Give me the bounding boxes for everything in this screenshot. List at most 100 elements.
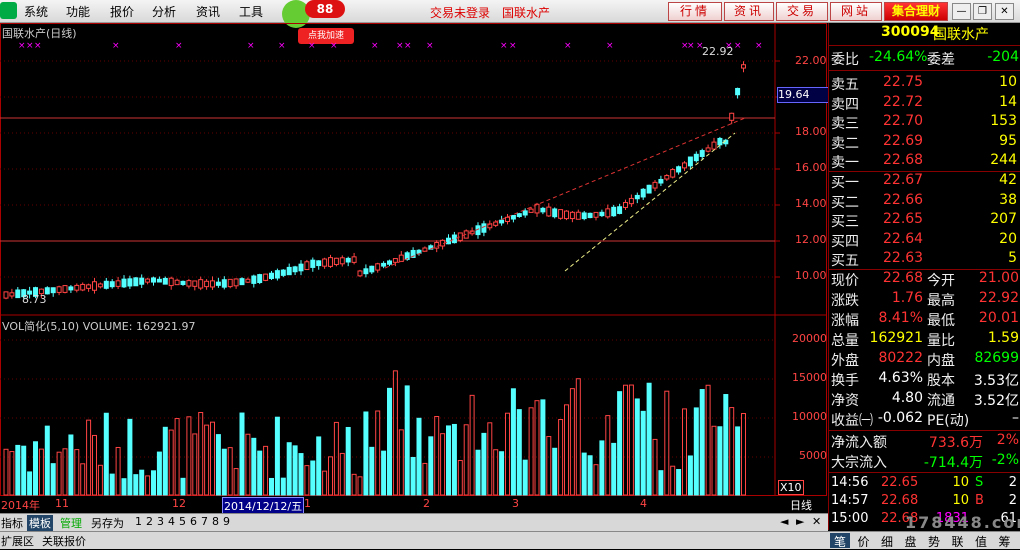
- stat-value: 82699: [974, 350, 1019, 366]
- menu-analysis[interactable]: 分析: [152, 3, 176, 20]
- scroll-right-icon[interactable]: ►: [796, 515, 804, 528]
- scroll-left-icon[interactable]: ◄: [780, 515, 788, 528]
- stat-value: 162921: [869, 330, 923, 346]
- wealth-management-button[interactable]: 集合理财: [884, 2, 948, 21]
- tab-save-as[interactable]: 另存为: [91, 515, 124, 531]
- indicator-page-3[interactable]: 3: [157, 515, 164, 528]
- stock-code: 300094: [881, 24, 940, 40]
- bid-row[interactable]: 买一 22.67 42: [829, 171, 1020, 191]
- indicator-page-5[interactable]: 5: [179, 515, 186, 528]
- bid-price: 22.66: [883, 191, 924, 208]
- candle-body: [86, 284, 92, 289]
- ask-volume: 153: [990, 113, 1017, 129]
- indicator-page-9[interactable]: 9: [223, 515, 230, 528]
- candle-body: [127, 278, 133, 287]
- candle-body: [298, 263, 304, 272]
- indicator-page-2[interactable]: 2: [146, 515, 153, 528]
- event-marker: ×: [175, 41, 183, 51]
- candle-body: [227, 278, 233, 288]
- panel-tab[interactable]: 值: [971, 533, 991, 549]
- stat-value: 21.00: [978, 270, 1019, 286]
- kline-chart[interactable]: × × × × × × × × × × × × × × × × × × × × × × × 国联水产(日线) 22.00 1…: [0, 23, 829, 515]
- candle-body: [593, 211, 599, 218]
- news-button[interactable]: 资讯: [724, 2, 774, 21]
- x-label-2014: 2014年: [1, 499, 40, 512]
- ask-row[interactable]: 卖四 22.72 14: [829, 93, 1020, 113]
- tab-related-quotes[interactable]: 关联报价: [42, 533, 86, 549]
- flow-row: 净流入额 733.6万 2%: [831, 432, 1019, 451]
- candle-body: [617, 206, 623, 214]
- volume-bar: [204, 424, 210, 496]
- volume-bar: [687, 455, 693, 496]
- minimize-icon[interactable]: —: [952, 3, 971, 20]
- menu-system[interactable]: 系统: [24, 3, 48, 20]
- bid-row[interactable]: 买四 22.64 20: [829, 230, 1020, 250]
- candle-body: [215, 281, 221, 286]
- volume-bar: [174, 418, 180, 496]
- panel-tab[interactable]: 价: [854, 533, 874, 549]
- menu-function[interactable]: 功能: [66, 3, 90, 20]
- volume-bar: [611, 442, 617, 496]
- menu-quote[interactable]: 报价: [110, 3, 134, 20]
- tab-extension-area[interactable]: 扩展区: [1, 533, 34, 549]
- volume-bar: [693, 407, 699, 496]
- volume-bar: [27, 471, 33, 496]
- vol-tick-10000: 10000: [792, 410, 827, 423]
- kline-chart-svg[interactable]: × × × × × × × × × × × × × × × × × ×× × × × ×: [0, 23, 827, 513]
- bid-row[interactable]: 买二 22.66 38: [829, 191, 1020, 211]
- panel-tab[interactable]: 筹: [995, 533, 1015, 549]
- volume-bar: [109, 473, 115, 496]
- indicator-page-8[interactable]: 8: [212, 515, 219, 528]
- menu-tools[interactable]: 工具: [239, 3, 263, 20]
- candle-body: [115, 280, 121, 287]
- tab-manage[interactable]: 管理: [60, 515, 82, 531]
- candle-body: [168, 277, 174, 287]
- tab-indicators[interactable]: 指标: [1, 515, 23, 531]
- menu-news[interactable]: 资讯: [196, 3, 220, 20]
- bid-row[interactable]: 买五 22.63 5: [829, 249, 1020, 269]
- quotes-button[interactable]: 行情: [668, 2, 722, 21]
- ask-price: 22.70: [883, 113, 924, 129]
- volume-bar: [86, 419, 92, 496]
- volume-bar: [369, 446, 375, 496]
- ask-row[interactable]: 卖三 22.70 153: [829, 112, 1020, 132]
- panel-tab[interactable]: 细: [877, 533, 897, 549]
- restore-icon[interactable]: ❐: [973, 3, 992, 20]
- tab-template[interactable]: 模板: [27, 515, 53, 531]
- bid-row[interactable]: 买三 22.65 207: [829, 210, 1020, 230]
- volume-bar: [333, 421, 339, 496]
- candle-body: [611, 206, 617, 217]
- event-marker: ×: [308, 41, 316, 51]
- panel-tab[interactable]: 势: [924, 533, 944, 549]
- panel-tab[interactable]: 盘: [901, 533, 921, 549]
- trendline-upper: [384, 117, 746, 269]
- login-status[interactable]: 交易未登录: [430, 4, 490, 21]
- trade-button[interactable]: 交易: [776, 2, 828, 21]
- close-icon[interactable]: ✕: [995, 3, 1014, 20]
- candle-body: [62, 285, 68, 293]
- volume-bar: [564, 404, 569, 496]
- volume-bar: [381, 450, 387, 496]
- ask-row[interactable]: 卖一 22.68 244: [829, 151, 1020, 171]
- indicator-page-4[interactable]: 4: [168, 515, 175, 528]
- close-tab-icon[interactable]: ✕: [812, 515, 821, 528]
- indicator-page-1[interactable]: 1: [135, 515, 142, 528]
- stat-row: 涨幅 8.41% 最低 20.01: [831, 310, 1019, 329]
- candle-body: [558, 209, 564, 219]
- website-button[interactable]: 网站: [830, 2, 882, 21]
- ask-row[interactable]: 卖五 22.75 10: [829, 73, 1020, 93]
- event-marker: ×: [112, 41, 120, 51]
- volume-indicator-title[interactable]: VOL简化(5,10) VOLUME: 162921.97: [2, 318, 195, 334]
- period-label[interactable]: 日线: [790, 497, 812, 513]
- weicha-value: -204: [987, 49, 1019, 65]
- volume-bar: [499, 451, 505, 496]
- panel-tab[interactable]: 联: [948, 533, 968, 549]
- indicator-page-7[interactable]: 7: [201, 515, 208, 528]
- panel-tab[interactable]: 笔: [830, 533, 850, 549]
- indicator-page-6[interactable]: 6: [190, 515, 197, 528]
- ask-row[interactable]: 卖二 22.69 95: [829, 132, 1020, 152]
- volume-bar: [505, 412, 510, 496]
- site-watermark: 178448.com: [905, 513, 1020, 532]
- speed-badge[interactable]: 88: [305, 0, 345, 18]
- candle-body: [180, 280, 186, 286]
